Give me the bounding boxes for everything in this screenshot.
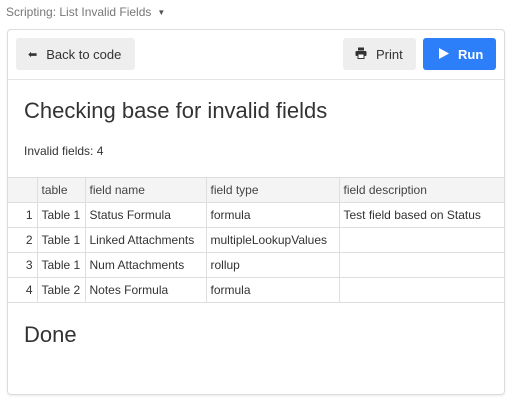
cell-table: Table 1 <box>36 227 86 253</box>
cell-field-type: rollup <box>205 252 340 278</box>
invalid-fields-table: table field name field type field descri… <box>8 177 504 303</box>
row-index: 4 <box>8 277 38 303</box>
caret-down-icon[interactable]: ▼ <box>157 8 165 17</box>
output-heading: Checking base for invalid fields <box>24 98 328 123</box>
cell-field-description <box>338 277 504 303</box>
printer-icon <box>355 47 367 62</box>
row-index: 3 <box>8 252 38 278</box>
print-label: Print <box>376 46 403 62</box>
back-to-code-button[interactable]: ⬅ Back to code <box>16 38 135 70</box>
cell-table: Table 1 <box>36 252 86 278</box>
cell-field-description: Test field based on Status <box>338 202 504 228</box>
column-header-field-type: field type <box>205 177 340 203</box>
cell-field-name: Status Formula <box>84 202 207 228</box>
column-header-field-description: field description <box>338 177 504 203</box>
column-header-field-name: field name <box>84 177 207 203</box>
script-title-bar[interactable]: Scripting: List Invalid Fields ▼ <box>0 0 512 24</box>
cell-field-name: Num Attachments <box>84 252 207 278</box>
cell-field-type: formula <box>205 202 340 228</box>
invalid-count: Invalid fields: 4 <box>24 144 104 158</box>
column-header-index <box>8 177 38 203</box>
script-output-panel: ⬅ Back to code Print Run Checking base f… <box>7 29 505 395</box>
cell-field-type: formula <box>205 277 340 303</box>
cell-field-type: multipleLookupValues <box>205 227 340 253</box>
print-button[interactable]: Print <box>343 38 416 70</box>
run-button[interactable]: Run <box>423 38 496 70</box>
cell-field-name: Linked Attachments <box>84 227 207 253</box>
row-index: 1 <box>8 202 38 228</box>
play-icon <box>439 47 449 62</box>
run-label: Run <box>458 46 484 62</box>
cell-table: Table 2 <box>36 277 86 303</box>
table-row: 3 Table 1 Num Attachments rollup <box>8 252 504 278</box>
row-index: 2 <box>8 227 38 253</box>
cell-field-description <box>338 227 504 253</box>
table-header-row: table field name field type field descri… <box>8 177 504 203</box>
toolbar: ⬅ Back to code Print Run <box>8 30 504 80</box>
cell-table: Table 1 <box>36 202 86 228</box>
table-row: 1 Table 1 Status Formula formula Test fi… <box>8 202 504 228</box>
table-row: 4 Table 2 Notes Formula formula <box>8 277 504 303</box>
back-to-code-label: Back to code <box>46 46 122 62</box>
script-title[interactable]: Scripting: List Invalid Fields <box>6 5 151 19</box>
table-row: 2 Table 1 Linked Attachments multipleLoo… <box>8 227 504 253</box>
column-header-table: table <box>36 177 86 203</box>
done-heading: Done <box>24 322 77 347</box>
arrow-left-icon: ⬅ <box>28 48 38 61</box>
cell-field-description <box>338 252 504 278</box>
cell-field-name: Notes Formula <box>84 277 207 303</box>
